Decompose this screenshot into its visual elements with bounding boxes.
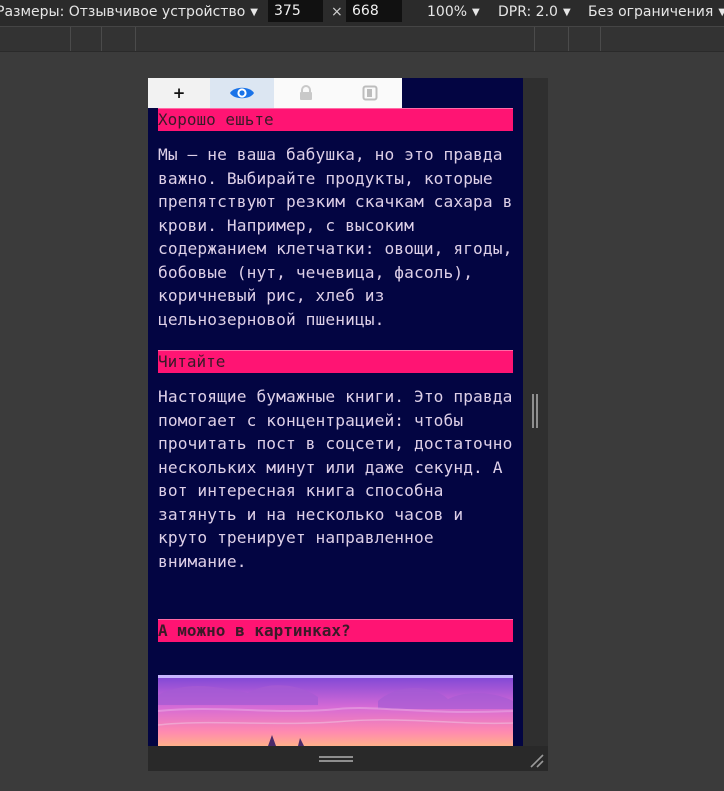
tab-add[interactable]: + [148, 78, 210, 108]
resize-corner-icon[interactable] [528, 752, 544, 768]
chevron-down-icon: ▼ [472, 7, 480, 18]
section-heading-read: Читайте [158, 350, 513, 373]
plus-icon: + [172, 84, 186, 102]
ruler-tick [568, 27, 569, 51]
page-viewport: + Хорошо ешьте Мы — не ваша бабушка, но … [148, 78, 523, 746]
height-resize-handle[interactable] [319, 756, 353, 764]
ruler-tick [70, 27, 71, 51]
dpr-label: DPR: 2.0 [498, 4, 558, 20]
zoom-dropdown[interactable]: 100% ▼ [427, 0, 480, 26]
width-input[interactable]: 375 [268, 0, 323, 22]
section-text-read: Настоящие бумажные книги. Это правда пом… [158, 387, 513, 571]
times-separator: × [331, 4, 343, 20]
chevron-down-icon: ▼ [718, 7, 724, 18]
tab-strip: + [148, 78, 402, 108]
chevron-down-icon: ▼ [562, 7, 571, 18]
tab-contrast[interactable] [338, 78, 402, 108]
tab-lock[interactable] [274, 78, 338, 108]
zoom-label: 100% [427, 4, 468, 20]
devtools-responsive-toolbar: Размеры: Отзывчивое устройство ▼ 375 × 66… [0, 0, 724, 27]
section-text-eat: Мы — не ваша бабушка, но это правда важн… [158, 145, 513, 329]
contrast-icon [362, 85, 378, 101]
ruler-tick [135, 27, 136, 51]
lock-icon [300, 85, 312, 100]
device-dropdown[interactable]: Размеры: Отзывчивое устройство ▼ [0, 0, 258, 26]
eye-icon [230, 87, 254, 99]
device-frame: + Хорошо ешьте Мы — не ваша бабушка, но … [148, 78, 548, 771]
section-heading-pictures: А можно в картинках? [158, 619, 513, 642]
section-heading-eat: Хорошо ешьте [158, 108, 513, 131]
sunset-image [158, 675, 513, 746]
ruler-tick [600, 27, 601, 51]
tab-eye[interactable] [210, 78, 274, 108]
media-query-bar [0, 27, 724, 52]
throttle-label: Без ограничения [588, 4, 714, 20]
dpr-dropdown[interactable]: DPR: 2.0 ▼ [498, 0, 571, 26]
height-input[interactable]: 668 [346, 0, 402, 22]
width-resize-handle[interactable] [532, 394, 538, 428]
ruler-tick [101, 27, 102, 51]
ruler-tick [534, 27, 535, 51]
throttle-dropdown[interactable]: Без ограничения ▼ [588, 0, 724, 26]
chevron-down-icon: ▼ [250, 7, 258, 18]
page-content: Хорошо ешьте Мы — не ваша бабушка, но эт… [158, 108, 513, 642]
sunset-illustration [158, 675, 513, 746]
device-label: Размеры: Отзывчивое устройство [0, 4, 246, 20]
